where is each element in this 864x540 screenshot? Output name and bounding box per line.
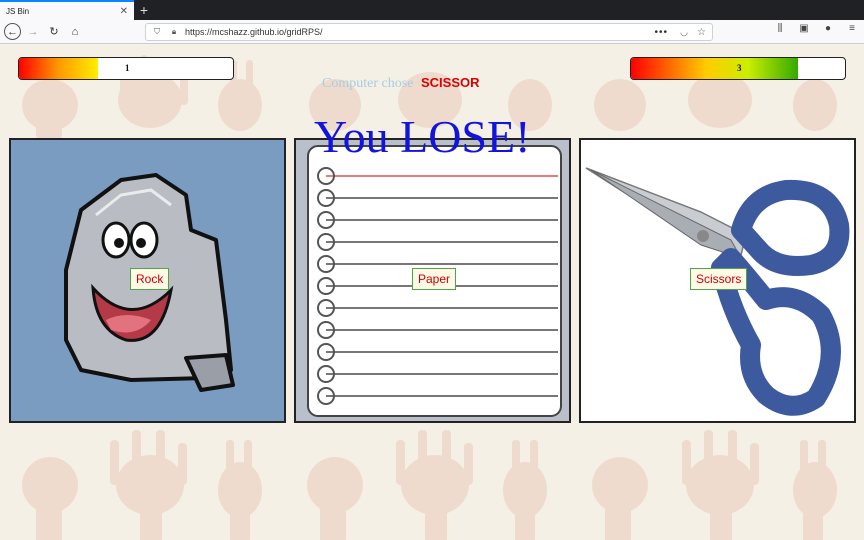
player-score-meter: 1 <box>18 57 234 80</box>
computer-choice-label: Computer chose <box>322 76 414 91</box>
pocket-icon[interactable]: ◡ <box>680 27 688 38</box>
new-tab-button[interactable]: + <box>134 0 154 20</box>
tab-title: JS Bin <box>6 6 30 16</box>
shield-icon[interactable]: ⛉ <box>151 27 163 37</box>
toolbar-icons: ⫼ ▣ ● ≡ <box>772 23 860 34</box>
back-icon[interactable]: ← <box>4 23 21 40</box>
browser-nav-bar: ← → ↻ ⌂ ⛉ 🔒︎ https://mcshazz.github.io/g… <box>0 20 864 44</box>
computer-choice: Computer chose SCISSOR <box>322 75 480 92</box>
browser-tab[interactable]: JS Bin ✕ <box>0 0 134 20</box>
reload-icon[interactable]: ↻ <box>45 23 63 41</box>
player-score-fill <box>19 58 99 79</box>
url-text[interactable]: https://mcshazz.github.io/gridRPS/ <box>185 27 323 37</box>
account-icon[interactable]: ● <box>820 23 836 34</box>
lock-icon[interactable]: 🔒︎ <box>168 27 180 37</box>
computer-score: 3 <box>737 63 742 73</box>
home-icon[interactable]: ⌂ <box>66 23 84 41</box>
result-message: You LOSE! <box>314 111 531 162</box>
scissors-button[interactable]: Scissors <box>690 268 748 290</box>
library-icon[interactable]: ⫼ <box>772 23 788 34</box>
computer-score-fill <box>631 58 798 79</box>
close-tab-icon[interactable]: ✕ <box>120 6 128 17</box>
paper-button[interactable]: Paper <box>412 268 457 290</box>
page-actions-menu-icon[interactable]: ••• <box>654 27 668 38</box>
bookmark-star-icon[interactable]: ☆ <box>697 27 706 38</box>
computer-score-meter: 3 <box>630 57 846 80</box>
browser-tab-bar: JS Bin ✕ + <box>0 0 864 20</box>
scissors-card[interactable]: Scissors <box>579 138 856 423</box>
hamburger-menu-icon[interactable]: ≡ <box>844 23 860 34</box>
player-score: 1 <box>125 63 130 73</box>
game-page: 1 3 Computer chose SCISSOR Rock Paper Sc… <box>0 45 864 540</box>
paper-card[interactable]: Paper <box>294 138 571 423</box>
sidebar-icon[interactable]: ▣ <box>796 23 812 34</box>
address-bar[interactable]: ⛉ 🔒︎ https://mcshazz.github.io/gridRPS/ … <box>145 23 713 41</box>
computer-choice-value: SCISSOR <box>421 75 480 90</box>
rock-button[interactable]: Rock <box>130 268 170 290</box>
rock-card[interactable]: Rock <box>9 138 286 423</box>
forward-icon[interactable]: → <box>24 23 42 41</box>
